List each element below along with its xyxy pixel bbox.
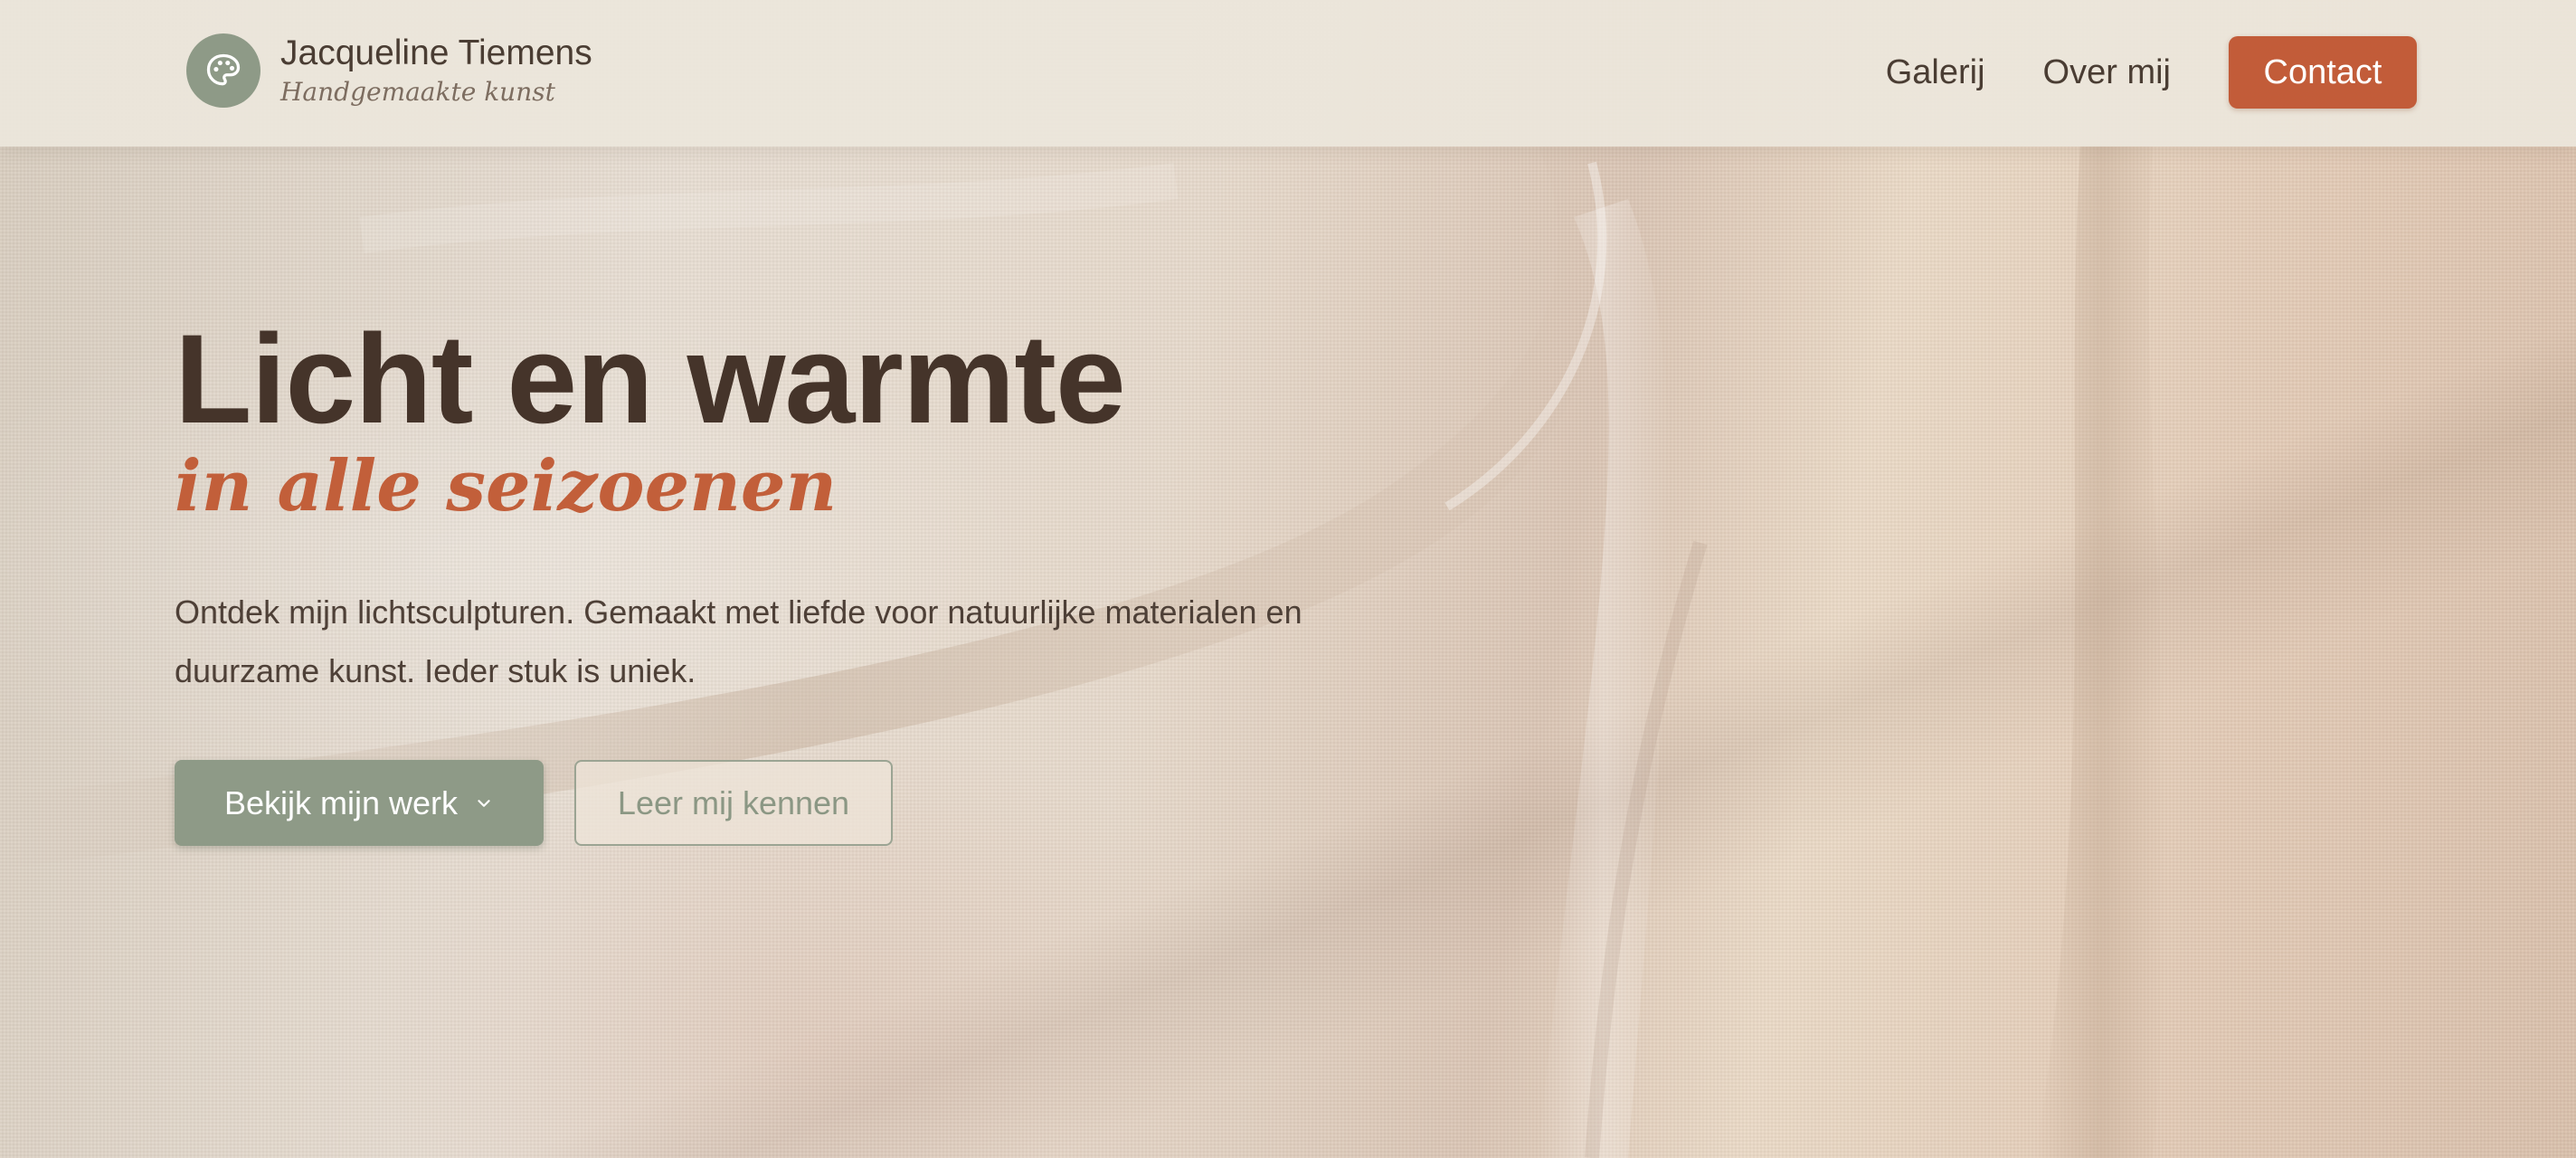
brand-tagline: Handgemaakte kunst (280, 77, 555, 107)
hero-actions: Bekijk mijn werk Leer mij kennen (175, 760, 1405, 846)
brand-logo[interactable]: Jacqueline Tiemens Handgemaakte kunst (186, 33, 592, 109)
about-me-button[interactable]: Leer mij kennen (574, 760, 893, 846)
page: Jacqueline Tiemens Handgemaakte kunst Ga… (0, 0, 2576, 1158)
hero-title: Licht en warmte (175, 308, 1126, 450)
chevron-down-icon (474, 793, 494, 813)
brand-text: Jacqueline Tiemens Handgemaakte kunst (280, 33, 592, 109)
nav-link-over-mij[interactable]: Over mij (2043, 53, 2171, 92)
nav-link-galerij[interactable]: Galerij (1886, 53, 1985, 92)
view-work-button-label: Bekijk mijn werk (223, 783, 459, 821)
hero-description: Ontdek mijn lichtsculpturen. Gemaakt met… (175, 593, 1302, 689)
view-work-button[interactable]: Bekijk mijn werk (175, 760, 544, 846)
site-header: Jacqueline Tiemens Handgemaakte kunst Ga… (0, 0, 2576, 147)
contact-button[interactable]: Contact (2229, 36, 2417, 109)
brand-name: Jacqueline Tiemens (280, 33, 592, 72)
hero-section: Licht en warmte in alle seizoenen Ontdek… (175, 311, 1405, 846)
hero-subtitle: in alle seizoenen (175, 445, 838, 527)
main-nav: Galerij Over mij Contact (1886, 36, 2417, 109)
palette-icon (186, 33, 260, 108)
